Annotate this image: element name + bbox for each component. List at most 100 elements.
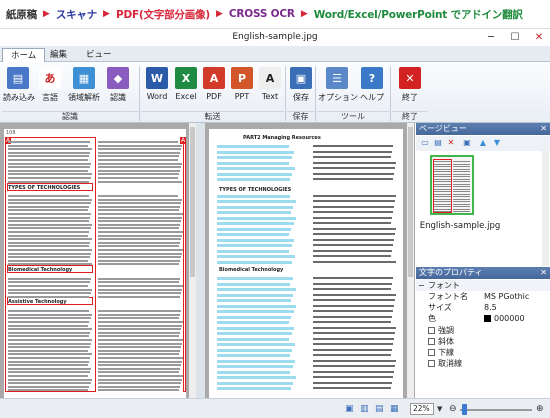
bold-checkbox[interactable]: 強調 — [428, 325, 454, 336]
strikethrough-checkbox[interactable]: 取消線 — [428, 358, 462, 369]
tab-edit[interactable]: 編集 — [42, 48, 75, 62]
thumbnail-line — [453, 161, 470, 162]
zoom-select[interactable]: 22% — [410, 403, 434, 415]
font-size-label: サイズ — [428, 303, 452, 312]
text-line — [8, 151, 90, 154]
text-line — [8, 216, 90, 219]
text-line — [98, 310, 181, 313]
panel-close-icon[interactable]: ✕ — [540, 123, 547, 135]
scanner-button[interactable]: ▤ 読み込み — [3, 65, 35, 109]
ocr-result-view[interactable]: PART2 Managing Resources TYPES OF TECHNO… — [205, 123, 415, 398]
thumbnail-line — [453, 193, 470, 195]
ocr-region-column-right[interactable] — [183, 137, 186, 392]
pdf-button[interactable]: A PDF — [200, 65, 228, 109]
tab-view[interactable]: ビュー — [78, 48, 120, 62]
color-label: 色 — [428, 314, 436, 323]
page-view-toolbar: ▭ ▤ ✕ ▣ ▲ ▼ — [416, 136, 550, 151]
view-splitter[interactable] — [196, 123, 205, 398]
page-thumbnail[interactable] — [430, 155, 474, 215]
text-line — [98, 385, 180, 388]
source-image-view[interactable]: 108 A A TYPES OF TECHNOLOGIES Biomedical… — [0, 123, 196, 398]
thumbnail-scrollbar[interactable] — [542, 151, 549, 266]
text-line — [313, 156, 391, 158]
zoom-out-icon[interactable]: ⊖ — [449, 403, 457, 415]
fit-page-icon[interactable]: ▦ — [390, 403, 399, 415]
language-button[interactable]: あ言語 — [35, 65, 65, 109]
text-line — [8, 155, 89, 158]
panel-close-icon[interactable]: ✕ — [540, 267, 547, 279]
view-mode-split-icon[interactable]: ▥ — [360, 403, 369, 415]
underline-checkbox[interactable]: 下線 — [428, 347, 454, 358]
zoom-dropdown-icon[interactable]: ▼ — [437, 403, 442, 415]
recognized-text-line — [217, 249, 289, 253]
right-scrollbar[interactable] — [407, 123, 414, 398]
maximize-icon[interactable]: ☐ — [508, 31, 522, 44]
left-scrollbar[interactable] — [189, 123, 196, 398]
text-line — [98, 166, 181, 169]
close-icon[interactable]: ✕ — [532, 31, 546, 44]
move-up-icon[interactable]: ▲ — [478, 138, 488, 148]
ocr-region-heading[interactable] — [7, 265, 93, 273]
thumbnail-line — [453, 166, 470, 167]
ocr-region-heading[interactable] — [7, 183, 93, 191]
button-label: Excel — [175, 92, 197, 101]
text-line — [98, 209, 179, 212]
options-button[interactable]: ☰ オプション — [318, 65, 358, 109]
text-line — [8, 342, 91, 345]
text-line — [313, 222, 391, 224]
view-mode-result-icon[interactable]: ▤ — [375, 403, 384, 415]
text-line — [313, 277, 393, 279]
text-line — [313, 172, 394, 175]
text-line — [98, 227, 179, 230]
page-settings-icon[interactable]: ▣ — [462, 138, 472, 148]
word-button[interactable]: W Word — [143, 65, 171, 109]
ocr-region-heading[interactable] — [7, 297, 93, 305]
tab-home[interactable]: ホーム — [2, 48, 46, 62]
help-button[interactable]: ? ヘルプ — [357, 65, 387, 109]
left-scrollbar-thumb[interactable] — [190, 127, 195, 277]
collapse-icon[interactable]: − — [418, 280, 425, 291]
recognized-text-line — [217, 222, 294, 225]
text-line — [8, 202, 91, 205]
recognized-text-line — [217, 359, 295, 363]
save-button[interactable]: ▣ 保存 — [287, 65, 315, 109]
recognized-text-line — [217, 299, 291, 302]
page-list-icon[interactable]: ▤ — [433, 138, 443, 148]
thumbnail-region — [433, 159, 452, 213]
thumbnail-line — [453, 183, 470, 185]
ppt-icon: P — [231, 67, 253, 89]
thumbnail-line — [453, 211, 470, 212]
minimize-icon[interactable]: ─ — [484, 31, 498, 44]
text-line — [8, 141, 90, 143]
color-value[interactable]: 000000 — [484, 313, 525, 324]
text-line — [8, 353, 92, 356]
recognize-button[interactable]: ◆ 認識 — [103, 65, 133, 109]
right-scrollbar-thumb[interactable] — [408, 127, 413, 277]
button-label: 言語 — [42, 93, 58, 102]
zoom-in-icon[interactable]: ⊕ — [536, 403, 544, 415]
ppt-button[interactable]: P PPT — [228, 65, 256, 109]
zoom-slider-knob[interactable] — [462, 404, 467, 415]
excel-button[interactable]: X Excel — [172, 65, 200, 109]
view-mode-single-icon[interactable]: ▣ — [345, 403, 354, 415]
ribbon: 認識 転送 保存 ツール 終了 ▤ 読み込みあ言語 ▦ 領域解析 ◆ 認識 W Word X Ex… — [0, 62, 550, 123]
layout-analysis-button[interactable]: ▦ 領域解析 — [66, 65, 102, 109]
text-line — [98, 342, 182, 345]
delete-page-icon[interactable]: ✕ — [446, 138, 456, 148]
text-line — [8, 166, 90, 169]
exit-button[interactable]: ✕ 終了 — [392, 65, 428, 109]
group-save-label: 保存 — [287, 111, 314, 122]
text-line — [98, 321, 183, 323]
text-line — [98, 281, 179, 284]
text-line — [98, 249, 183, 251]
font-name-value[interactable]: MS PGothic — [484, 291, 529, 302]
italic-checkbox[interactable]: 斜体 — [428, 336, 454, 347]
zoom-slider[interactable] — [460, 404, 532, 415]
text-line — [8, 292, 91, 295]
single-page-icon[interactable]: ▭ — [420, 138, 430, 148]
text-line — [8, 321, 89, 323]
font-size-value[interactable]: 8.5 — [484, 302, 497, 313]
move-down-icon[interactable]: ▼ — [492, 138, 502, 148]
thumbnail-line — [453, 173, 470, 175]
text-button[interactable]: A Text — [256, 65, 284, 109]
